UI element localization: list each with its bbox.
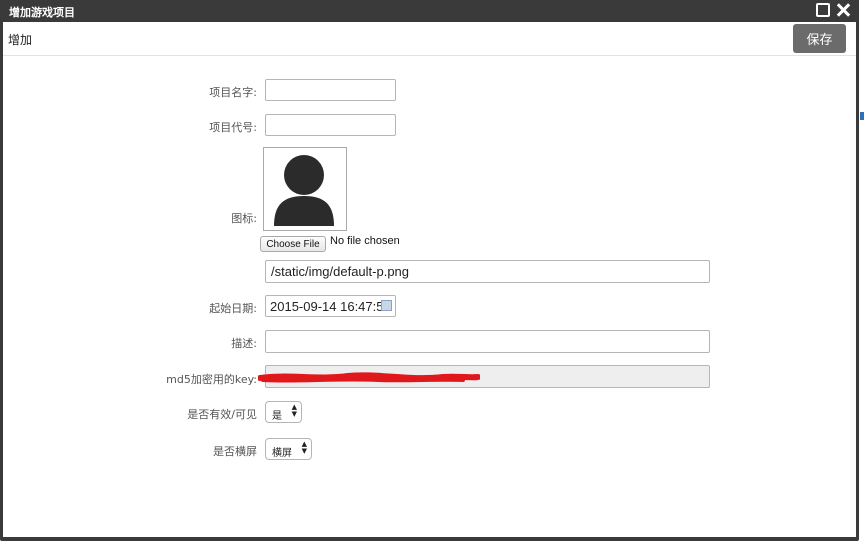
visible-label: 是否有效/可见 [187,408,257,421]
choose-file-button[interactable]: Choose File [260,236,326,252]
visible-select[interactable]: 是 ▲ ▼ [265,401,302,423]
description-input[interactable] [265,330,710,353]
start-date-label: 起始日期: [209,302,257,315]
project-name-input[interactable] [265,79,396,101]
close-icon[interactable] [836,3,850,17]
landscape-select[interactable]: 横屏 ▲ ▼ [265,438,312,460]
md5-key-label: md5加密用的key: [166,373,257,386]
redaction-scribble [258,372,480,383]
start-date-input[interactable]: 2015-09-14 16:47:51 [265,295,396,317]
dialog-titlebar[interactable]: 增加游戏项目 [0,0,859,22]
dialog-title: 增加游戏项目 [9,6,75,19]
icon-label: 图标: [231,212,257,225]
landscape-label: 是否横屏 [213,445,257,458]
project-code-input[interactable] [265,114,396,136]
project-name-label: 项目名字: [209,86,257,99]
maximize-icon[interactable] [816,3,830,17]
save-button[interactable]: 保存 [793,24,846,53]
background-marker [860,112,864,120]
no-file-text: No file chosen [330,235,400,247]
avatar-icon [274,155,334,226]
calendar-icon[interactable] [381,300,392,311]
select-arrows-icon: ▲ ▼ [291,403,297,418]
project-code-label: 项目代号: [209,121,257,134]
icon-path-input[interactable]: /static/img/default-p.png [265,260,710,283]
select-arrows-icon: ▲ ▼ [301,440,307,455]
dialog-toolbar: 增加 保存 [3,22,856,56]
description-label: 描述: [231,337,257,350]
toolbar-title: 增加 [8,33,33,47]
add-project-dialog: 增加游戏项目 增加 保存 项目名字: 项目代号: 图标: Choose File… [0,0,859,541]
icon-preview [263,147,347,231]
background-scroll-edge [859,0,865,544]
dialog-content: 增加 保存 项目名字: 项目代号: 图标: Choose File No fil… [3,22,856,537]
